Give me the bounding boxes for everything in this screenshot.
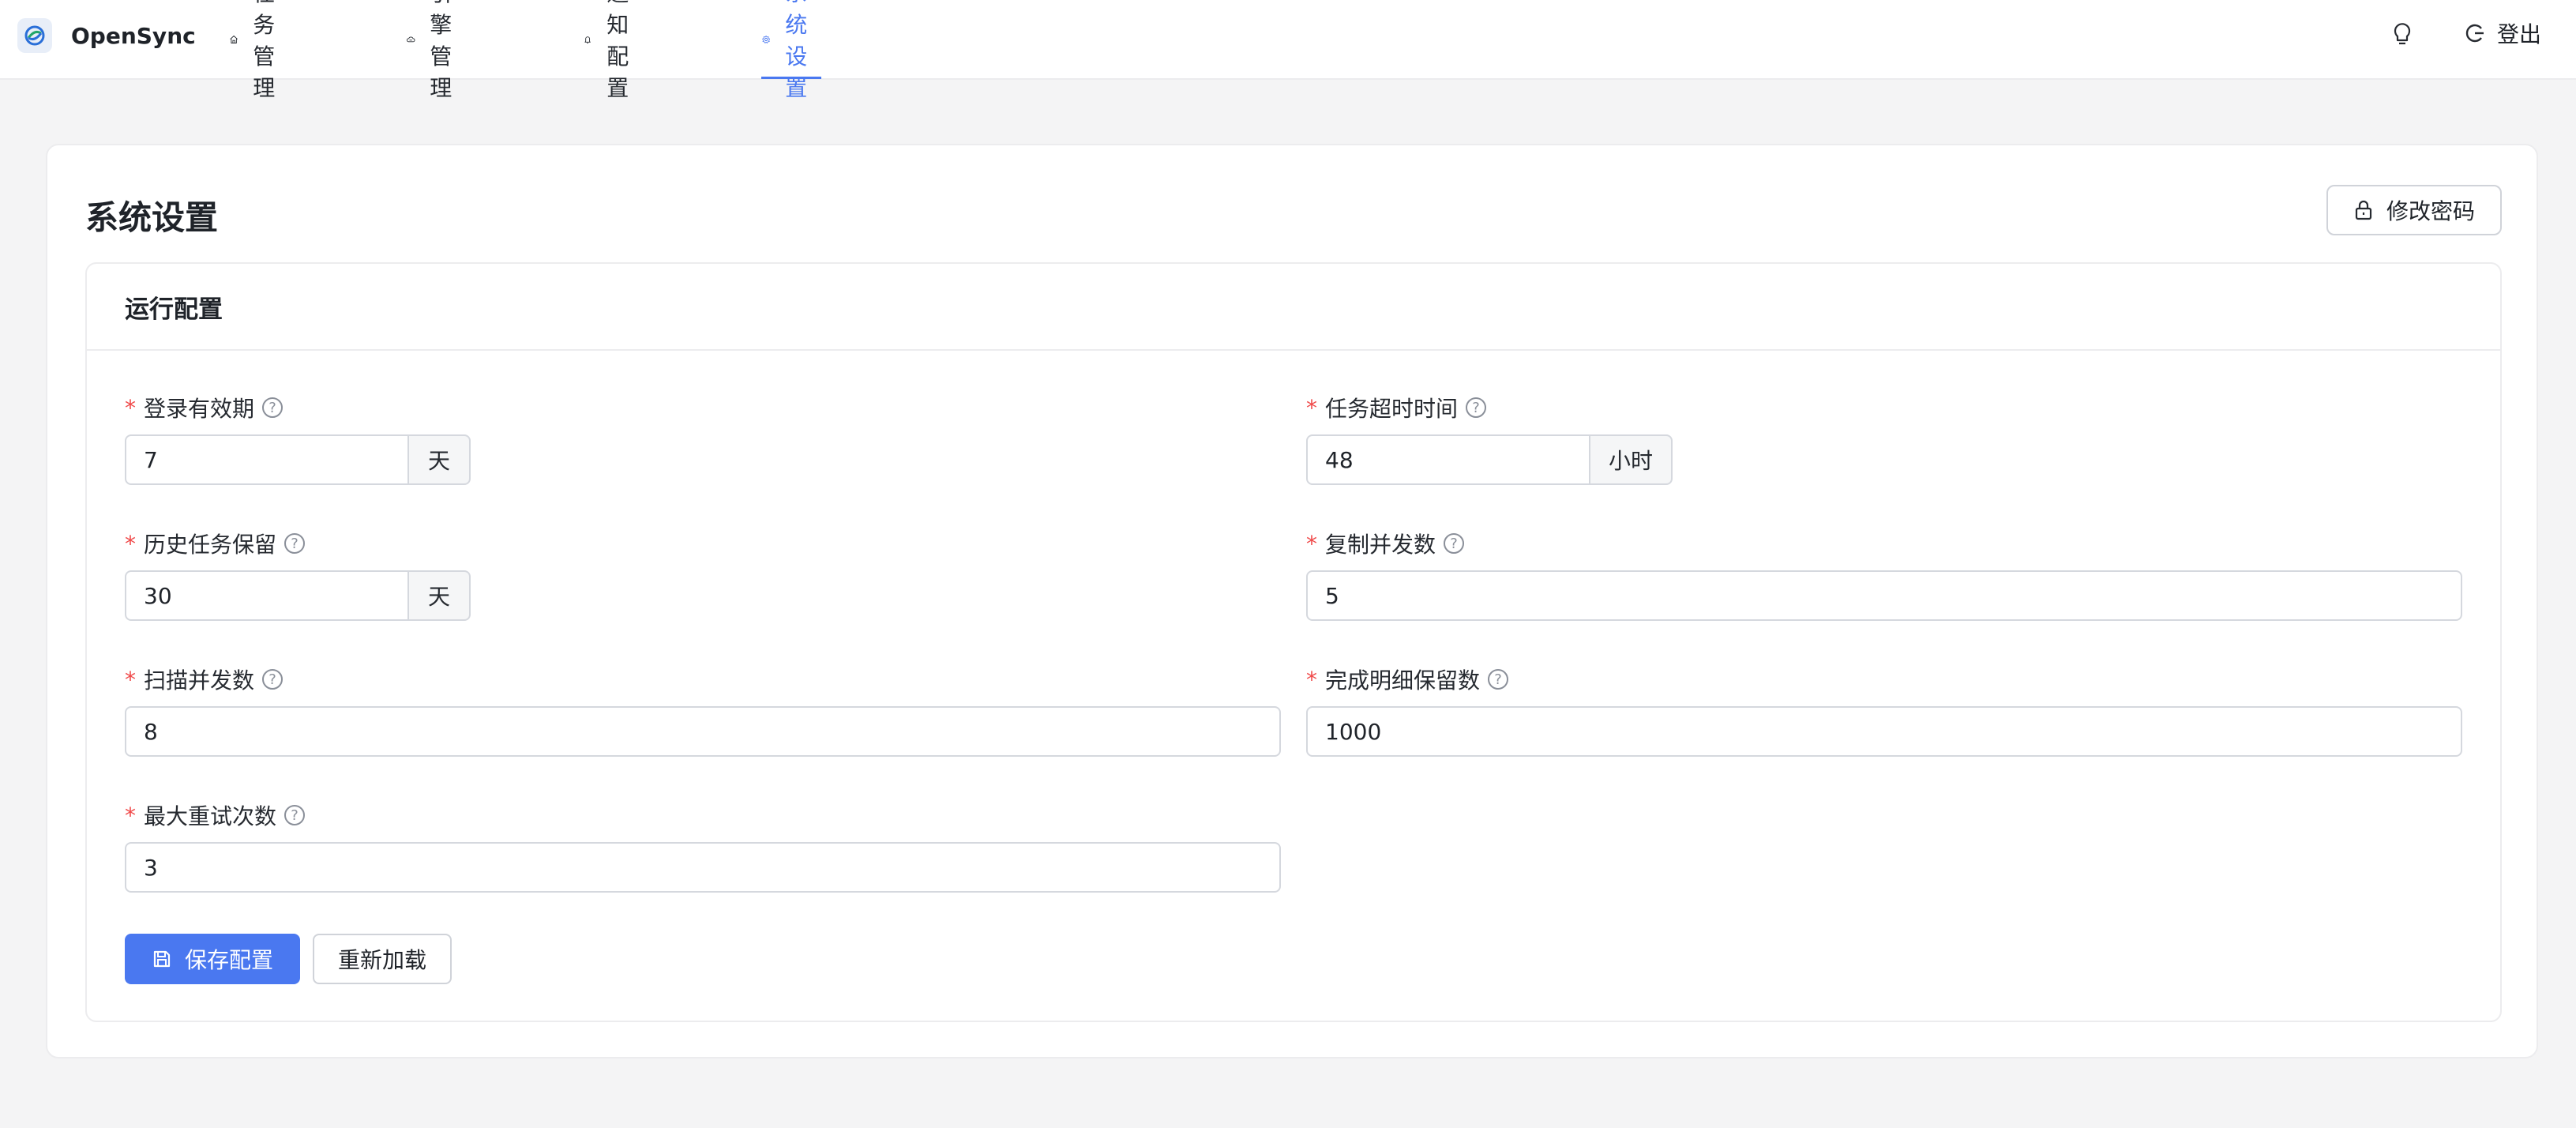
logout-button[interactable]: 登出 <box>2464 16 2541 51</box>
runtime-config-panel: 运行配置 * 登录有效期 ? 7 天 * 任务超时时间 ? 48 小时 * 历史… <box>85 262 2502 1022</box>
reload-label: 重新加载 <box>337 947 426 973</box>
field-label: * 历史任务保留 ? <box>125 529 306 558</box>
nav-tab-label: 系统设置 <box>785 0 808 101</box>
nav-tab-tasks[interactable]: 任务管理 <box>229 0 289 101</box>
required-mark: * <box>1306 530 1317 557</box>
brand[interactable]: OpenSync <box>17 17 196 54</box>
cloud-icon <box>406 36 415 43</box>
nav-tab-label: 引擎管理 <box>430 0 452 101</box>
nav-tab-settings[interactable]: 系统设置 <box>761 0 822 101</box>
detail-retention-input[interactable]: 1000 <box>1306 706 2462 757</box>
home-icon <box>230 36 238 43</box>
help-icon[interactable]: ? <box>262 669 284 690</box>
field-label: * 完成明细保留数 ? <box>1306 665 1509 694</box>
required-mark: * <box>125 394 136 421</box>
change-password-label: 修改密码 <box>2386 198 2475 224</box>
lightbulb-icon <box>2394 23 2411 45</box>
help-icon[interactable]: ? <box>284 805 306 825</box>
top-navbar: OpenSync 任务管理 引擎管理 通知配置 <box>0 0 2576 101</box>
settings-card: 系统设置 修改密码 运行配置 * 登录有效期 ? 7 天 * 任务超时时间 ? … <box>46 144 2538 1058</box>
change-password-button[interactable]: 修改密码 <box>2326 185 2502 235</box>
save-config-button[interactable]: 保存配置 <box>125 934 300 984</box>
field-label-text: 复制并发数 <box>1325 532 1436 558</box>
scan-concurrency-input[interactable]: 8 <box>125 706 1281 757</box>
field-history-retention: * 历史任务保留 ? 30 天 <box>125 529 472 624</box>
field-detail-retention: * 完成明细保留数 ? 1000 <box>1306 665 2462 760</box>
unit-suffix: 天 <box>409 434 471 485</box>
field-label-text: 扫描并发数 <box>144 667 255 694</box>
copy-concurrency-input[interactable]: 5 <box>1306 570 2462 621</box>
field-scan-concurrency: * 扫描并发数 ? 8 <box>125 665 1281 760</box>
history-retention-input-group: 30 天 <box>125 570 471 621</box>
help-icon[interactable]: ? <box>262 397 284 418</box>
field-login-validity: * 登录有效期 ? 7 天 <box>125 393 472 488</box>
field-label: * 任务超时时间 ? <box>1306 393 1487 422</box>
help-icon[interactable]: ? <box>1488 669 1509 690</box>
opensync-logo-icon <box>17 18 52 53</box>
field-label-text: 登录有效期 <box>144 396 255 422</box>
history-retention-input[interactable]: 30 <box>125 570 409 621</box>
gear-icon <box>762 36 771 43</box>
field-label: * 最大重试次数 ? <box>125 801 306 829</box>
nav-tab-engines[interactable]: 引擎管理 <box>406 0 466 101</box>
field-label: * 扫描并发数 ? <box>125 665 284 694</box>
field-label: * 登录有效期 ? <box>125 393 284 422</box>
required-mark: * <box>125 666 136 693</box>
save-icon <box>153 950 171 968</box>
nav-tab-label: 通知配置 <box>606 0 629 101</box>
nav-tab-notifications[interactable]: 通知配置 <box>583 0 643 101</box>
required-mark: * <box>125 530 136 557</box>
help-icon[interactable]: ? <box>1444 533 1465 554</box>
login-validity-input-group: 7 天 <box>125 434 471 485</box>
logout-icon <box>2465 24 2484 43</box>
required-mark: * <box>125 802 136 829</box>
field-label: * 复制并发数 ? <box>1306 529 1465 558</box>
theme-toggle-button[interactable] <box>2390 19 2415 49</box>
field-label-text: 历史任务保留 <box>144 532 277 558</box>
max-retries-input[interactable]: 3 <box>125 842 1281 893</box>
field-copy-concurrency: * 复制并发数 ? 5 <box>1306 529 2462 624</box>
field-task-timeout: * 任务超时时间 ? 48 小时 <box>1306 393 1677 488</box>
page-title: 系统设置 <box>85 198 219 237</box>
logout-label: 登出 <box>2497 21 2542 47</box>
login-validity-input[interactable]: 7 <box>125 434 409 485</box>
field-label-text: 最大重试次数 <box>144 803 277 829</box>
lock-icon <box>2355 200 2372 220</box>
help-icon[interactable]: ? <box>1466 397 1487 418</box>
unit-suffix: 小时 <box>1590 434 1673 485</box>
task-timeout-input[interactable]: 48 <box>1306 434 1590 485</box>
required-mark: * <box>1306 394 1317 421</box>
app-name: OpenSync <box>71 22 196 49</box>
task-timeout-input-group: 48 小时 <box>1306 434 1673 485</box>
unit-suffix: 天 <box>409 570 471 621</box>
save-config-label: 保存配置 <box>184 947 273 973</box>
required-mark: * <box>1306 666 1317 693</box>
help-icon[interactable]: ? <box>284 533 306 554</box>
panel-title: 运行配置 <box>87 264 2500 351</box>
bell-icon <box>584 36 591 43</box>
nav-tab-label: 任务管理 <box>253 0 276 101</box>
field-max-retries: * 最大重试次数 ? 3 <box>125 801 1281 896</box>
reload-button[interactable]: 重新加载 <box>313 934 452 984</box>
field-label-text: 任务超时时间 <box>1325 396 1459 422</box>
field-label-text: 完成明细保留数 <box>1325 667 1481 694</box>
